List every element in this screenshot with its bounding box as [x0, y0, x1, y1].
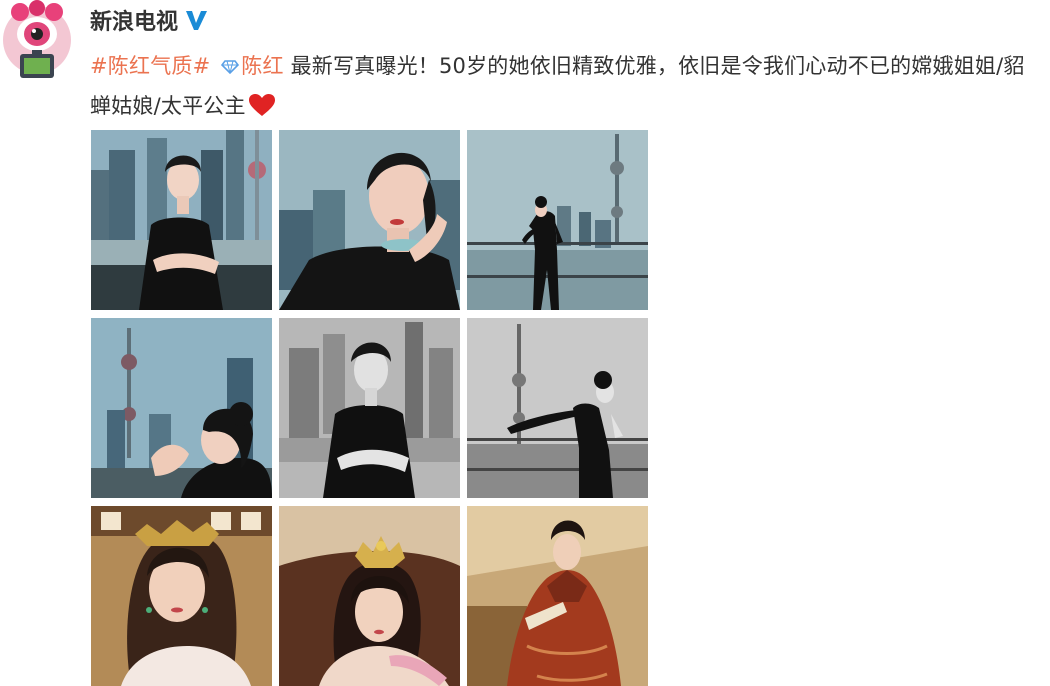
- photo-1[interactable]: [91, 130, 272, 310]
- photo-8[interactable]: [279, 506, 460, 686]
- post-text: #陈红气质# 陈红 最新写真曝光！50岁的她依旧精致优雅，依旧是令我们心动不已的…: [90, 46, 1040, 126]
- photo-7[interactable]: [91, 506, 272, 686]
- hashtag-link[interactable]: #陈红气质#: [90, 54, 210, 78]
- pink-eye-mascot-icon: [3, 0, 71, 78]
- photo-5[interactable]: [279, 318, 460, 498]
- photo-6[interactable]: [467, 318, 648, 498]
- photo-4[interactable]: [91, 318, 272, 498]
- diamond-icon: [221, 60, 240, 74]
- verified-v-icon: [186, 11, 208, 30]
- avatar[interactable]: [2, 0, 72, 86]
- photo-grid: [91, 130, 648, 686]
- photo-9[interactable]: [467, 506, 648, 686]
- photo-3[interactable]: [467, 130, 648, 310]
- red-heart-icon: [248, 94, 275, 116]
- photo-2[interactable]: [279, 130, 460, 310]
- account-header: 新浪电视: [90, 4, 208, 36]
- mention-link[interactable]: 陈红: [241, 54, 283, 78]
- account-name[interactable]: 新浪电视: [90, 4, 178, 36]
